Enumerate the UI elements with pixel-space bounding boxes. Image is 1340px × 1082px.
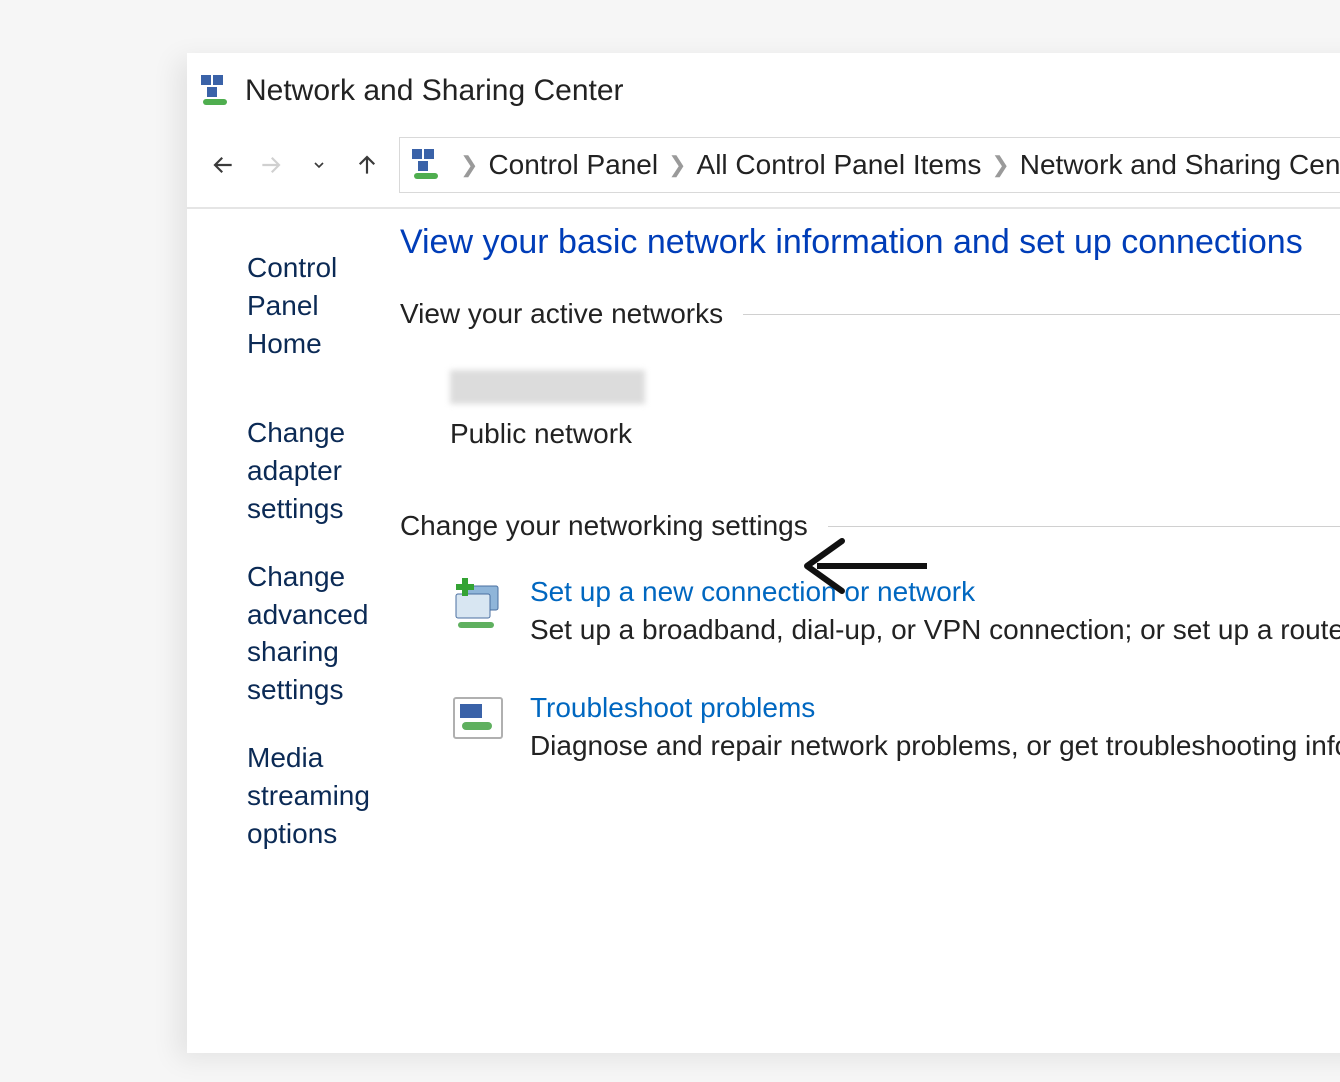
chevron-right-icon: ❯ <box>460 152 478 178</box>
settings-item-troubleshoot: Troubleshoot problems Diagnose and repai… <box>450 692 1340 762</box>
window-title: Network and Sharing Center <box>245 74 624 108</box>
sidebar-link-media-streaming[interactable]: Media streaming options <box>247 739 370 852</box>
setup-connection-desc: Set up a broadband, dial-up, or VPN conn… <box>530 614 1340 646</box>
setup-connection-link[interactable]: Set up a new connection or network <box>530 576 1340 608</box>
sidebar-link-change-adapter[interactable]: Change adapter settings <box>247 414 370 527</box>
setup-connection-icon <box>450 576 506 632</box>
breadcrumb-root-icon <box>410 147 446 183</box>
breadcrumb-bar[interactable]: ❯ Control Panel ❯ All Control Panel Item… <box>399 137 1340 193</box>
content-area: Control Panel Home Change adapter settin… <box>187 209 1340 882</box>
sidebar-link-advanced-sharing[interactable]: Change advanced sharing settings <box>247 558 370 709</box>
main-panel: View your basic network information and … <box>400 209 1340 882</box>
nav-forward-button[interactable] <box>247 145 295 185</box>
network-type-label: Public network <box>450 418 1340 450</box>
breadcrumb-item[interactable]: Network and Sharing Center <box>1020 149 1340 181</box>
nav-back-button[interactable] <box>199 145 247 185</box>
sidebar-home-link[interactable]: Control Panel Home <box>247 249 370 362</box>
control-panel-window: Network and Sharing Center ❯ Control Pan… <box>187 53 1340 1053</box>
section-change-settings: Change your networking settings <box>400 510 1340 542</box>
troubleshoot-link[interactable]: Troubleshoot problems <box>530 692 1340 724</box>
divider <box>743 314 1340 315</box>
troubleshoot-desc: Diagnose and repair network problems, or… <box>530 730 1340 762</box>
section-heading-label: Change your networking settings <box>400 510 808 542</box>
title-bar: Network and Sharing Center <box>187 53 1340 127</box>
section-active-networks: View your active networks <box>400 298 1340 330</box>
section-heading-label: View your active networks <box>400 298 723 330</box>
breadcrumb-item[interactable]: Control Panel <box>488 149 658 181</box>
chevron-right-icon: ❯ <box>668 152 686 178</box>
breadcrumb-item[interactable]: All Control Panel Items <box>697 149 982 181</box>
nav-bar: ❯ Control Panel ❯ All Control Panel Item… <box>187 127 1340 209</box>
chevron-right-icon: ❯ <box>991 152 1009 178</box>
settings-list: Set up a new connection or network Set u… <box>400 576 1340 762</box>
network-name-redacted <box>450 370 645 404</box>
troubleshoot-icon <box>450 692 506 748</box>
network-center-icon <box>199 73 235 109</box>
active-network-block: Public network <box>450 370 1340 450</box>
sidebar: Control Panel Home Change adapter settin… <box>187 209 400 882</box>
divider <box>828 526 1340 527</box>
settings-item-setup-connection: Set up a new connection or network Set u… <box>450 576 1340 646</box>
page-title: View your basic network information and … <box>400 223 1340 262</box>
nav-recent-dropdown[interactable] <box>295 145 343 185</box>
nav-up-button[interactable] <box>343 145 391 185</box>
